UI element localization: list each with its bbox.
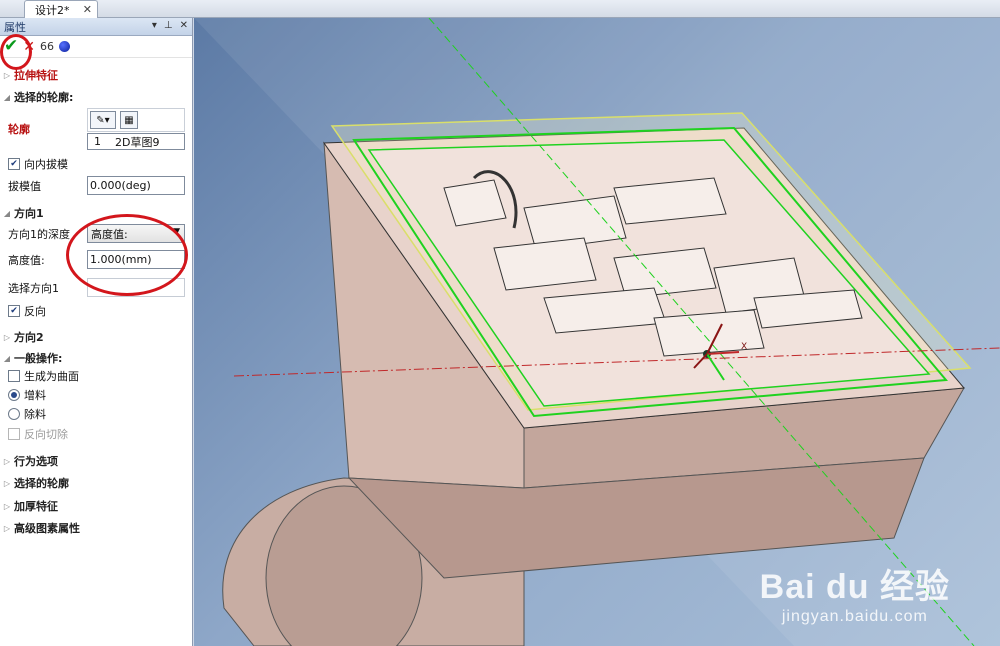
inward-draft-checkbox[interactable]: ✔: [8, 158, 20, 170]
add-material-row[interactable]: 增料: [0, 386, 192, 404]
blue-dot-icon[interactable]: [58, 41, 70, 52]
tab-label: 设计2*: [35, 3, 70, 17]
profile-list[interactable]: 1 2D草图9: [87, 133, 185, 150]
expand-arrow-icon[interactable]: ▷: [0, 479, 14, 488]
surface-row[interactable]: 生成为曲面: [0, 367, 192, 385]
model-render: [194, 18, 1000, 646]
section-direction1-title: 方向1: [14, 207, 44, 220]
watermark-url: jingyan.baidu.com: [781, 608, 928, 625]
baidu-watermark: Bai du 经验 jingyan.baidu.com: [760, 559, 950, 626]
feature-title: 拉伸特征: [14, 69, 58, 82]
profile-list-index: 1: [94, 135, 101, 148]
section-advanced[interactable]: ▷ 高级图素属性: [0, 519, 192, 537]
inward-draft-row[interactable]: ✔ 向内拔模: [0, 155, 192, 173]
section-profile[interactable]: ◢ 选择的轮廓:: [0, 88, 192, 106]
expand-arrow-icon[interactable]: ▷: [0, 502, 14, 511]
section-selected-profile-title: 选择的轮廓: [14, 477, 69, 490]
property-panel: 属性 ▾ ⊥ ✕ ✔ ✕ 66 ▷ 拉伸特征 ◢ 选择的轮廓: 轮廓 ✎▾ ▦ …: [0, 18, 193, 646]
feature-title-row[interactable]: ▷ 拉伸特征: [0, 66, 192, 84]
height-label: 高度值:: [8, 254, 45, 267]
reverse-cut-checkbox: [8, 428, 20, 440]
reverse-checkbox[interactable]: ✔: [8, 305, 20, 317]
section-behavior-title: 行为选项: [14, 455, 58, 468]
draft-value-label: 拔模值: [8, 180, 41, 193]
section-direction2-title: 方向2: [14, 331, 44, 344]
collapse-arrow-icon[interactable]: ◢: [0, 209, 14, 218]
3d-viewport[interactable]: X Bai du 经验 jingyan.baidu.com: [194, 18, 1000, 646]
section-selected-profile[interactable]: ▷ 选择的轮廓: [0, 474, 192, 492]
section-thicken-title: 加厚特征: [14, 500, 58, 513]
collapse-arrow-icon[interactable]: ◢: [0, 93, 14, 102]
reverse-label: 反向: [24, 305, 46, 318]
collapse-arrow-icon[interactable]: ◢: [0, 354, 14, 363]
expand-arrow-icon[interactable]: ▷: [0, 457, 14, 466]
inward-draft-label: 向内拔模: [24, 158, 68, 171]
tab-close-icon[interactable]: ✕: [83, 3, 92, 16]
section-general-title: 一般操作:: [14, 352, 63, 365]
remove-material-radio[interactable]: [8, 408, 20, 420]
annotation-circle-ok: [0, 34, 32, 70]
profile-list-name: 2D草图9: [115, 135, 160, 149]
sketch-edit-icon[interactable]: ✎▾: [90, 111, 116, 129]
preview-glasses-icon[interactable]: 66: [40, 40, 54, 53]
profile-label: 轮廓: [8, 123, 30, 136]
reverse-cut-label: 反向切除: [24, 428, 68, 441]
select-direction-label: 选择方向1: [8, 282, 59, 295]
section-thicken[interactable]: ▷ 加厚特征: [0, 497, 192, 515]
reverse-cut-row: 反向切除: [0, 425, 192, 443]
tab-design2[interactable]: 设计2* ✕: [24, 0, 98, 18]
expand-arrow-icon[interactable]: ▷: [0, 524, 14, 533]
panel-menu-icon[interactable]: ▾: [152, 20, 157, 31]
expand-arrow-icon[interactable]: ▷: [0, 71, 14, 80]
panel-pin-icon[interactable]: ⊥: [164, 20, 173, 31]
section-profile-title: 选择的轮廓:: [14, 91, 74, 104]
panel-title: 属性: [4, 20, 26, 34]
document-tab-bar: 设计2* ✕: [0, 0, 1000, 18]
add-material-radio[interactable]: [8, 389, 20, 401]
reverse-row[interactable]: ✔ 反向: [0, 302, 192, 320]
panel-close-icon[interactable]: ✕: [180, 20, 188, 31]
depth-label: 方向1的深度: [8, 228, 70, 241]
section-behavior[interactable]: ▷ 行为选项: [0, 452, 192, 470]
surface-checkbox[interactable]: [8, 370, 20, 382]
sketch-select-icon[interactable]: ▦: [120, 111, 138, 129]
profile-tool-box: ✎▾ ▦: [87, 108, 185, 132]
expand-arrow-icon[interactable]: ▷: [0, 333, 14, 342]
panel-header: 属性 ▾ ⊥ ✕: [0, 18, 192, 36]
remove-material-label: 除料: [24, 408, 46, 421]
draft-value-field[interactable]: 0.000(deg): [87, 176, 185, 195]
section-advanced-title: 高级图素属性: [14, 522, 80, 535]
section-direction2[interactable]: ▷ 方向2: [0, 328, 192, 346]
surface-label: 生成为曲面: [24, 370, 79, 383]
annotation-circle-height: [66, 214, 188, 296]
section-general[interactable]: ◢ 一般操作:: [0, 349, 192, 367]
watermark-main: Bai du 经验: [759, 568, 950, 606]
x-axis-label: X: [741, 342, 748, 352]
add-material-label: 增料: [24, 389, 46, 402]
remove-material-row[interactable]: 除料: [0, 405, 192, 423]
